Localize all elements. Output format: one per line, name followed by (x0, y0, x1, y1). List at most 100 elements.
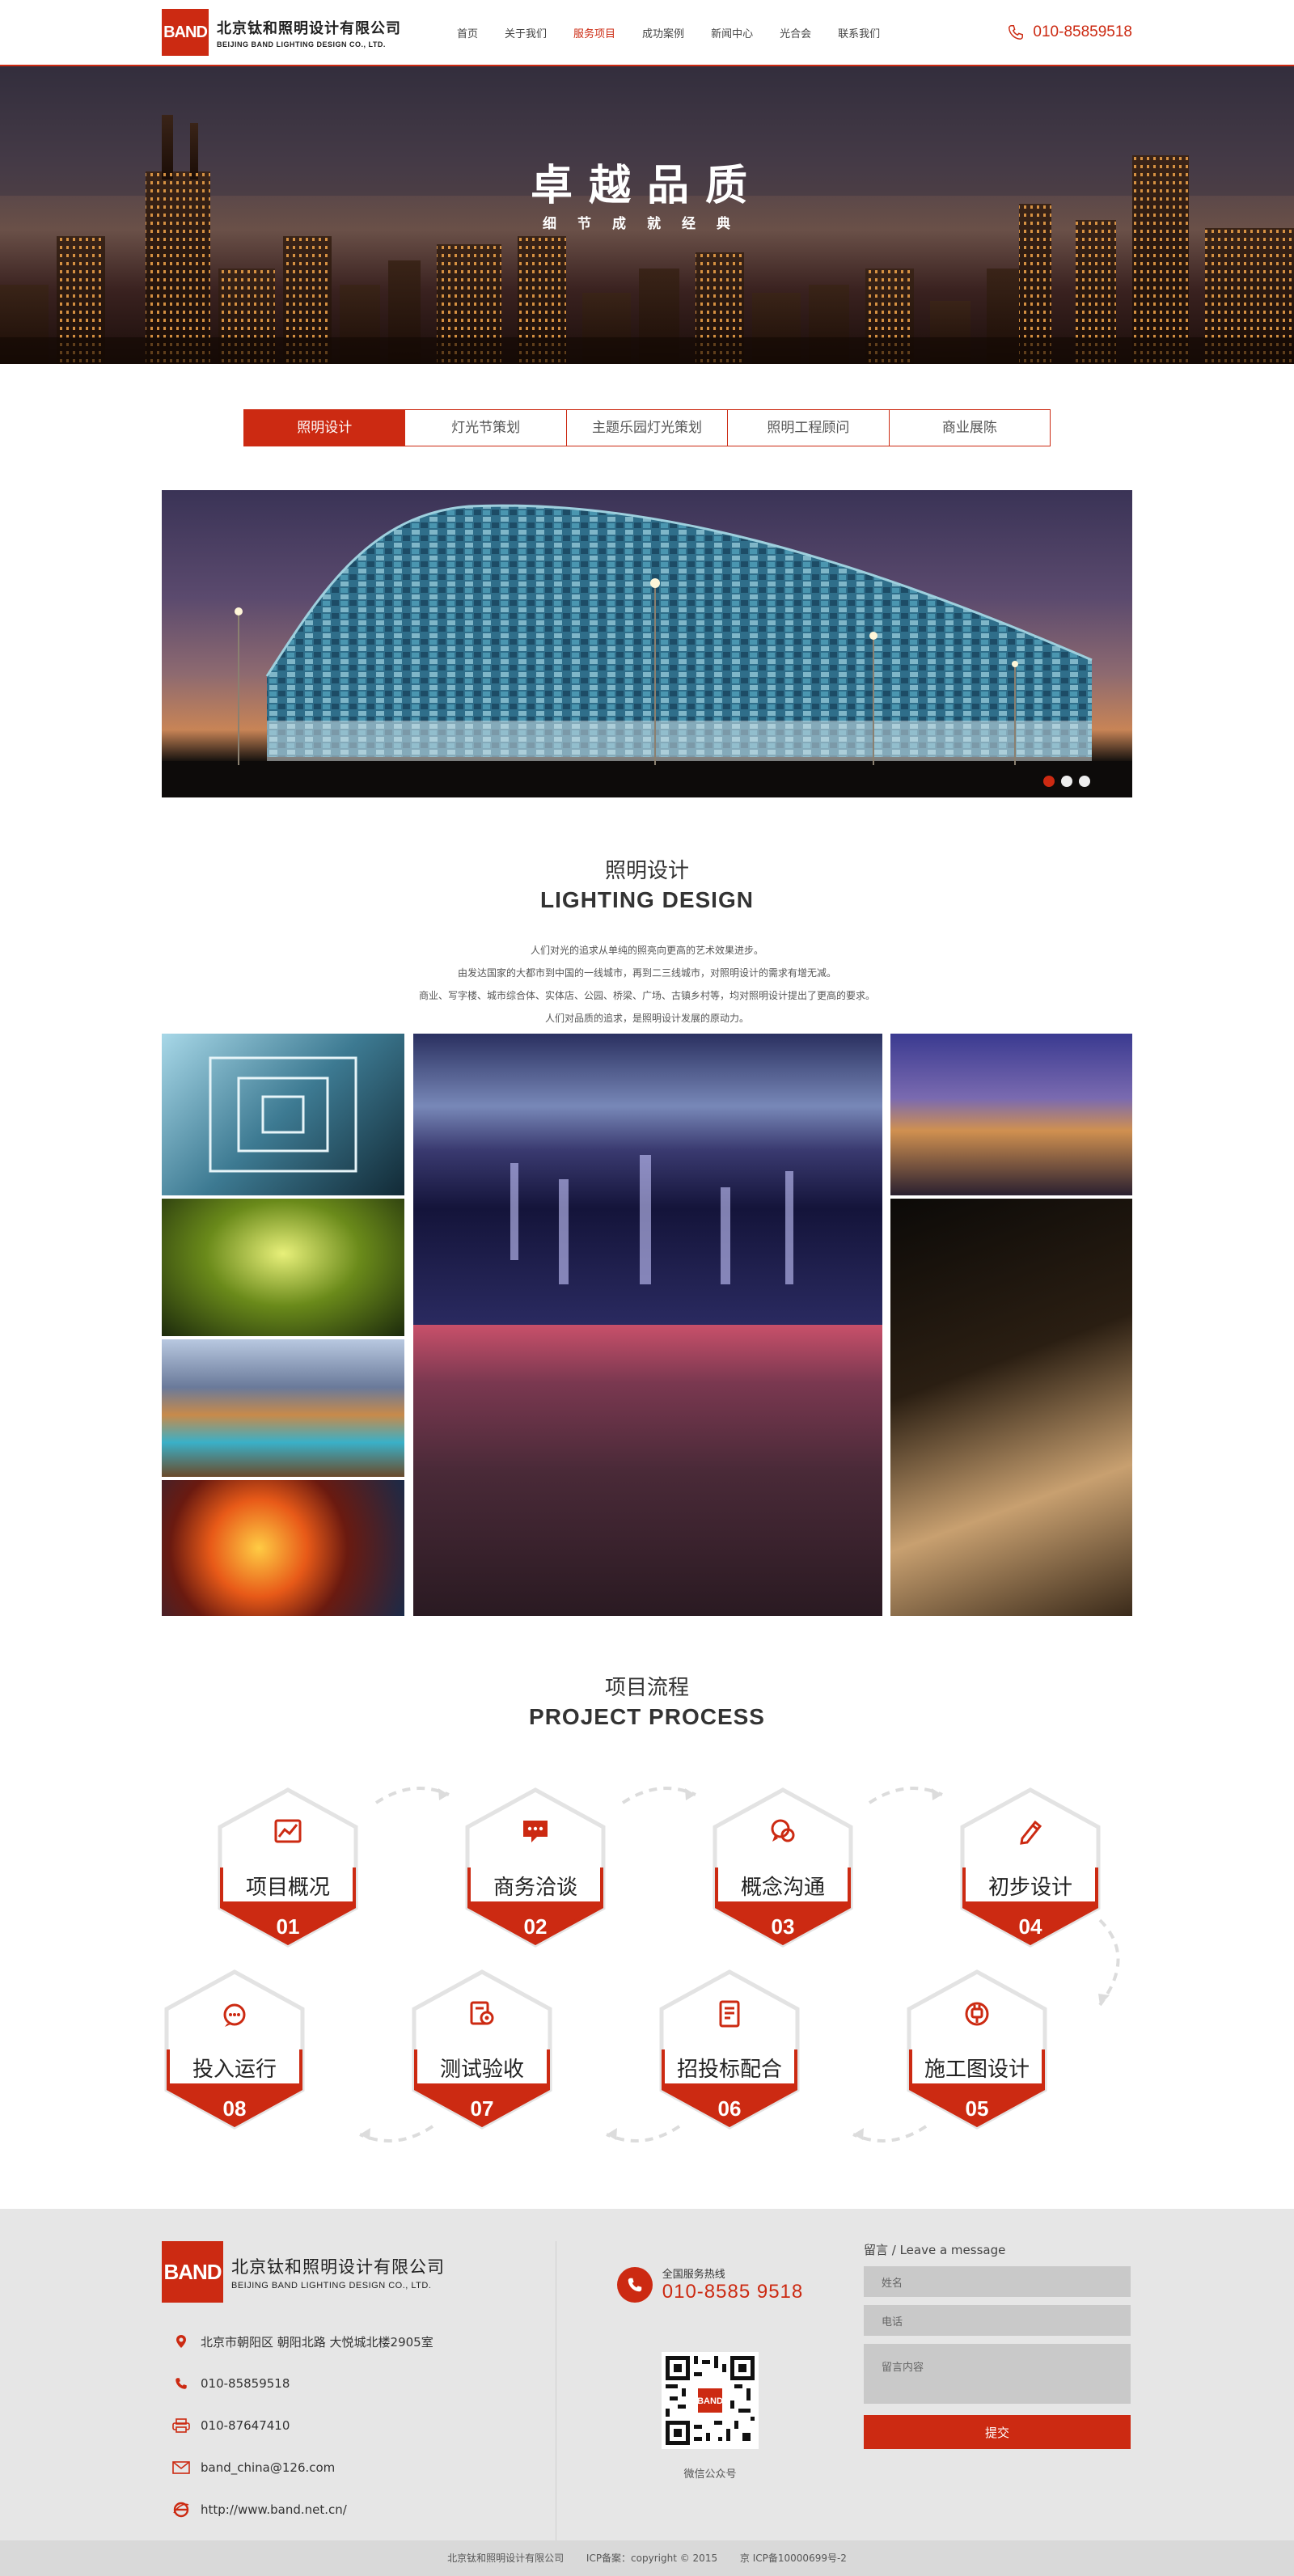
location-pin-icon (162, 2334, 201, 2349)
email-link[interactable]: band_china@126.com (201, 2460, 335, 2475)
slider-dots (1037, 776, 1090, 787)
step-label: 施工图设计 (924, 2058, 1030, 2082)
header-hotline: 010-85859518 (1007, 23, 1132, 41)
message-title: 留言 / Leave a message (864, 2243, 1006, 2257)
mail-icon (162, 2461, 201, 2474)
nav-news[interactable]: 新闻中心 (711, 25, 753, 40)
lighting-title-cn: 照明设计 (604, 859, 689, 883)
nav-club[interactable]: 光合会 (780, 25, 811, 40)
company-name-en: BEIJING BAND LIGHTING DESIGN CO., LTD. (217, 40, 386, 49)
inspect-icon (470, 2001, 494, 2025)
slider-dot-3[interactable] (1079, 776, 1090, 787)
contact-email: band_china@126.com (162, 2447, 556, 2489)
gallery-bridge-image[interactable] (890, 1034, 1132, 1195)
pencil-icon (1020, 1820, 1042, 1845)
stadium-slide-image (162, 504, 1132, 797)
nav-cases[interactable]: 成功案例 (642, 25, 684, 40)
process-step: 投入运行 08 (162, 1969, 307, 2130)
process-title-en: PROJECT PROCESS (529, 1704, 765, 1729)
nav-services[interactable]: 服务项目 (573, 25, 615, 40)
step-label: 投入运行 (192, 2058, 277, 2082)
banner-subtitle: 细节成就经典 (543, 216, 751, 232)
step-number: 05 (965, 2096, 989, 2121)
nav-contact[interactable]: 联系我们 (838, 25, 880, 40)
step-number: 07 (470, 2096, 494, 2121)
copyright-record: ICP备案：copyright © 2015 (586, 2553, 718, 2564)
contact-fax: 010-87647410 (162, 2405, 556, 2447)
tab-engineering-consult[interactable]: 照明工程顾问 (728, 410, 890, 446)
project-slider[interactable] (162, 490, 1132, 797)
chart-icon (274, 1819, 302, 1843)
gallery-staircase-image[interactable] (162, 1034, 404, 1195)
process-step: 项目概况 01 (215, 1787, 361, 1948)
discussion-icon (771, 1819, 795, 1842)
copyright-company: 北京钛和照明设计有限公司 (447, 2553, 565, 2564)
tab-light-festival[interactable]: 灯光节策划 (405, 410, 567, 446)
tab-theme-park[interactable]: 主题乐园灯光策划 (567, 410, 729, 446)
process-flow: 项目概况 01 商务洽谈 02 概念沟通 03 初步设计 04 施工图设计 05 招投标配合 06 测试… (162, 1779, 1132, 2159)
copyright-icp: 京 ICP备10000699号-2 (739, 2553, 847, 2564)
gallery-escalator-image[interactable] (162, 1199, 404, 1336)
lighting-title-en: LIGHTING DESIGN (540, 887, 754, 912)
banner-title: 卓越品质 (530, 162, 763, 210)
power-icon (223, 2003, 246, 2027)
hotline-number: 010-85859518 (1033, 23, 1132, 40)
step-label: 商务洽谈 (493, 1876, 577, 1900)
hero-banner: 卓越品质 细节成就经典 (0, 66, 1294, 364)
step-label: 测试验收 (439, 2058, 524, 2082)
slider-dot-1[interactable] (1043, 776, 1055, 787)
main-nav: 首页 关于我们 服务项目 成功案例 新闻中心 光合会 联系我们 (457, 25, 907, 40)
contact-phone: 010-85859518 (162, 2362, 556, 2405)
chat-icon (523, 1821, 548, 1842)
slider-dot-2[interactable] (1061, 776, 1072, 787)
plug-icon (965, 2002, 989, 2026)
gallery-city-dusk-image[interactable] (413, 1325, 882, 1616)
message-form: 留言 / Leave a message 姓名 电话 留言内容 提交 (864, 2241, 1132, 2540)
step-label: 项目概况 (245, 1876, 330, 1900)
document-icon (719, 2000, 740, 2028)
step-label: 招投标配合 (676, 2058, 782, 2082)
footer-company-en: BEIJING BAND LIGHTING DESIGN CO., LTD. (231, 2280, 432, 2290)
step-number: 01 (276, 1914, 300, 1939)
submit-button[interactable]: 提交 (864, 2415, 1131, 2449)
process-step: 施工图设计 05 (904, 1969, 1050, 2130)
site-header: BAND 北京钛和照明设计有限公司 BEIJING BAND LIGHTING … (0, 0, 1294, 66)
gallery-building-facade-image[interactable] (890, 1199, 1132, 1616)
process-step: 概念沟通 03 (710, 1787, 856, 1948)
step-label: 概念沟通 (740, 1876, 825, 1900)
project-process-section: 项目流程 PROJECT PROCESS (0, 1671, 1294, 1730)
step-number: 04 (1018, 1914, 1042, 1939)
fax-text: 010-87647410 (201, 2418, 290, 2433)
tab-commercial-exhibit[interactable]: 商业展陈 (890, 410, 1050, 446)
process-step: 招投标配合 06 (657, 1969, 802, 2130)
site-logo[interactable]: BAND 北京钛和照明设计有限公司 BEIJING BAND LIGHTING … (162, 9, 453, 56)
service-tabs: 照明设计 灯光节策划 主题乐园灯光策划 照明工程顾问 商业展陈 (243, 409, 1051, 446)
process-title-cn: 项目流程 (604, 1676, 689, 1700)
intro-line: 商业、写字楼、城市综合体、实体店、公园、桥梁、广场、古镇乡村等，均对照明设计提出… (418, 990, 875, 1001)
gallery-city-night-image[interactable] (413, 1034, 882, 1325)
step-label: 初步设计 (987, 1876, 1072, 1900)
footer-logo[interactable]: BAND 北京钛和照明设计有限公司 BEIJING BAND LIGHTING … (162, 2241, 556, 2303)
case-gallery (162, 1034, 1132, 1616)
step-number: 03 (771, 1914, 795, 1939)
website-link[interactable]: http://www.band.net.cn/ (201, 2502, 347, 2517)
site-footer: BAND 北京钛和照明设计有限公司 BEIJING BAND LIGHTING … (0, 2209, 1294, 2540)
step-number: 08 (222, 2096, 247, 2121)
gallery-resort-image[interactable] (162, 1339, 404, 1477)
footer-hotline-block: 全国服务热线 010-8585 9518 BAND 微信公众号 (556, 2241, 864, 2540)
intro-line: 人们对光的追求从单纯的照亮向更高的艺术效果进步。 (530, 945, 763, 956)
phone-input[interactable]: 电话 (864, 2305, 1131, 2336)
nav-home[interactable]: 首页 (457, 25, 478, 40)
phone-icon (1009, 25, 1024, 40)
name-input[interactable]: 姓名 (864, 2266, 1131, 2297)
wechat-qr-code: BAND (662, 2352, 759, 2449)
lighting-design-section: 照明设计 LIGHTING DESIGN (0, 854, 1294, 913)
tab-lighting-design[interactable]: 照明设计 (244, 410, 406, 446)
hotline-label: 全国服务热线 (662, 2269, 725, 2281)
nav-about[interactable]: 关于我们 (505, 25, 547, 40)
gallery-ferris-wheel-image[interactable] (162, 1480, 404, 1616)
contact-list: 北京市朝阳区 朝阳北路 大悦城北楼2905室 010-85859518 010-… (162, 2320, 556, 2531)
process-step: 商务洽谈 02 (463, 1787, 608, 1948)
message-textarea[interactable]: 留言内容 (864, 2344, 1131, 2404)
step-number: 06 (717, 2096, 742, 2121)
